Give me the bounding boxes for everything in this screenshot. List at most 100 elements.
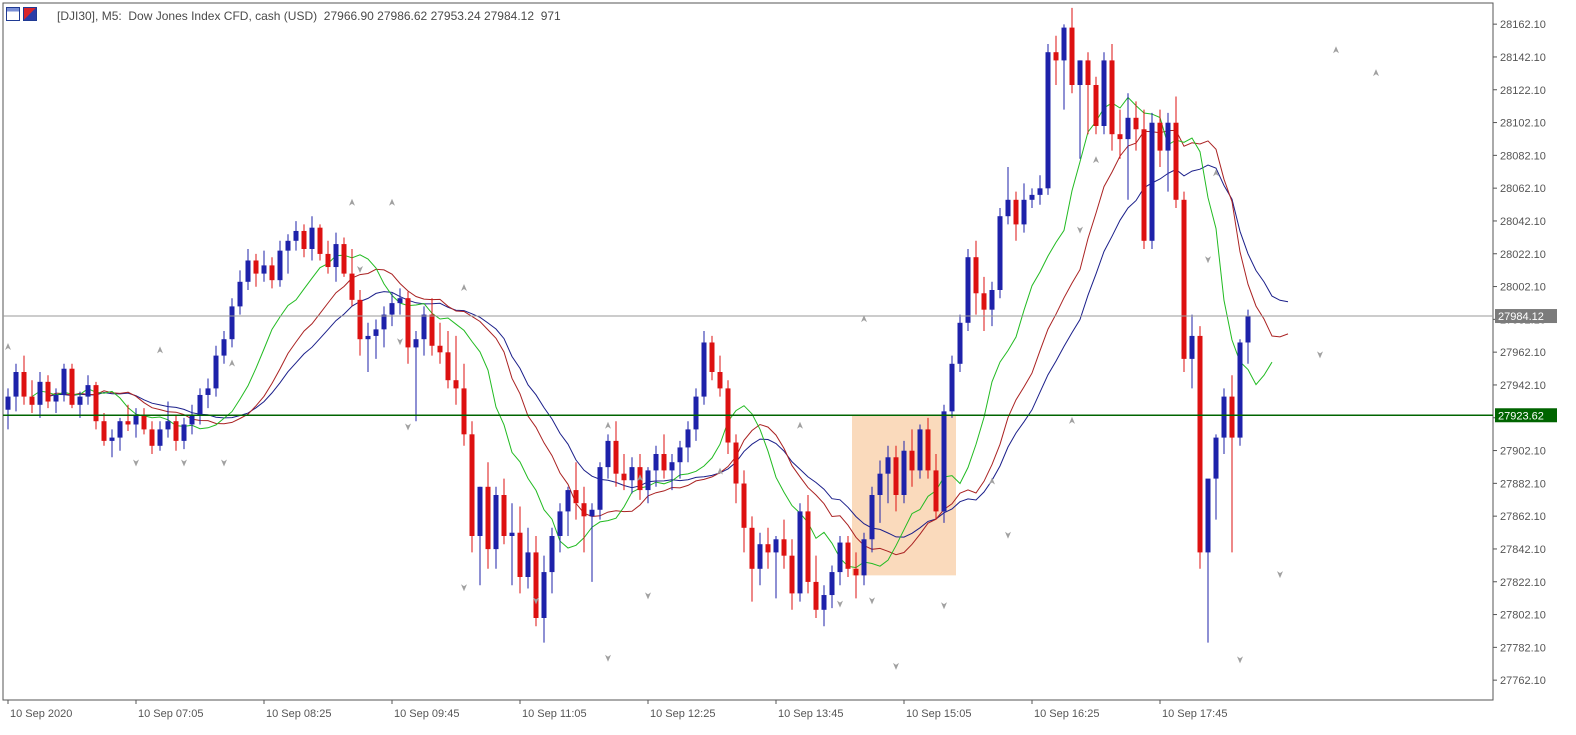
candle-body — [493, 495, 499, 550]
candle-body — [69, 368, 75, 405]
candle-body — [629, 467, 635, 481]
x-tick-label: 10 Sep 13:45 — [778, 708, 843, 720]
x-tick-label: 10 Sep 17:45 — [1162, 708, 1227, 720]
candle-body — [469, 434, 475, 536]
candle-body — [1205, 478, 1211, 553]
candle-body — [757, 544, 763, 569]
candle-body — [525, 552, 531, 577]
candle-body — [405, 298, 411, 348]
candle-body — [1053, 52, 1059, 61]
candle-body — [909, 450, 915, 471]
candle-body — [501, 495, 507, 536]
candle-body — [381, 314, 387, 330]
candle-body — [1141, 129, 1147, 241]
candle-body — [893, 457, 899, 495]
candle-body — [517, 532, 523, 577]
candle-body — [133, 414, 139, 425]
x-tick-label: 10 Sep 11:05 — [522, 708, 587, 720]
candle-body — [437, 345, 443, 353]
candle-body — [205, 388, 211, 395]
candle-body — [301, 230, 307, 249]
candle-body — [45, 381, 51, 402]
x-tick-label: 10 Sep 07:05 — [138, 708, 203, 720]
candle-body — [349, 273, 355, 300]
candle-body — [477, 486, 483, 536]
y-tick-label: 27902.10 — [1500, 446, 1546, 458]
y-tick-label: 28142.10 — [1500, 52, 1546, 64]
candle-body — [1117, 134, 1123, 140]
candle-body — [597, 467, 603, 510]
candle-body — [333, 244, 339, 268]
candle-body — [389, 303, 395, 315]
candle-body — [773, 539, 779, 553]
candle-body — [1245, 316, 1251, 343]
chart-window[interactable]: 28162.10 28142.10 28122.10 28102.10 28082.10… — [0, 0, 1576, 730]
y-tick-label: 27782.10 — [1500, 642, 1546, 654]
candle-body — [973, 257, 979, 294]
candle-body — [173, 421, 179, 441]
candle-body — [253, 260, 259, 274]
candle-body — [1077, 60, 1083, 85]
symbol-label: [DJI30], — [57, 9, 99, 23]
candle-body — [613, 440, 619, 474]
candle-body — [165, 421, 171, 430]
candle-body — [1029, 194, 1035, 200]
candle-body — [125, 421, 131, 425]
candle-body — [949, 363, 955, 412]
y-tick-label: 27882.10 — [1500, 478, 1546, 490]
candle-body — [557, 511, 563, 536]
candle-body — [653, 454, 659, 471]
candle-body — [813, 581, 819, 610]
candle-body — [829, 572, 835, 596]
candle-body — [549, 536, 555, 573]
y-tick-label: 28122.10 — [1500, 85, 1546, 97]
ohlc-values: 27966.90 27986.62 27953.24 27984.12 — [323, 9, 535, 23]
candle-body — [797, 511, 803, 594]
candle-body — [445, 352, 451, 381]
candle-body — [317, 227, 323, 254]
candle-body — [1085, 60, 1091, 85]
chart-type-icon[interactable] — [23, 7, 37, 21]
candle-body — [373, 329, 379, 336]
candle-body — [213, 355, 219, 389]
candle-body — [1189, 335, 1195, 359]
x-tick-label: 10 Sep 15:05 — [906, 708, 971, 720]
candle-body — [1165, 122, 1171, 151]
candle-body — [869, 495, 875, 540]
candle-body — [845, 542, 851, 569]
candle-body — [733, 442, 739, 484]
candle-body — [765, 544, 771, 553]
candle-body — [565, 490, 571, 512]
y-tick-label: 28042.10 — [1500, 216, 1546, 228]
y-tick-label: 28062.10 — [1500, 183, 1546, 195]
candle-body — [53, 394, 59, 402]
candle-body — [581, 503, 587, 517]
candle-body — [325, 253, 331, 268]
candle-body — [77, 396, 83, 405]
candle-body — [885, 457, 891, 474]
candle-body — [37, 381, 43, 405]
window-list-icon[interactable] — [6, 7, 20, 21]
x-tick-label: 10 Sep 09:45 — [394, 708, 459, 720]
candle-body — [109, 437, 115, 441]
candle-body — [485, 486, 491, 550]
candle-body — [13, 372, 19, 397]
candle-body — [1005, 199, 1011, 217]
candle-body — [693, 396, 699, 430]
x-tick-label: 10 Sep 16:25 — [1034, 708, 1099, 720]
candle-body — [189, 414, 195, 425]
candle-body — [853, 568, 859, 576]
candle-body — [781, 539, 787, 556]
candle-body — [357, 299, 363, 340]
candle-body — [237, 281, 243, 307]
candle-body — [541, 572, 547, 618]
candle-body — [941, 411, 947, 512]
candlestick-chart[interactable]: 28162.10 28142.10 28122.10 28102.10 28082.10… — [0, 0, 1576, 730]
candle-body — [1237, 342, 1243, 438]
candle-body — [1229, 396, 1235, 438]
candle-body — [229, 306, 235, 340]
candle-body — [1157, 122, 1163, 151]
candle-body — [309, 227, 315, 249]
candle-body — [1221, 396, 1227, 438]
x-tick-label: 10 Sep 12:25 — [650, 708, 715, 720]
